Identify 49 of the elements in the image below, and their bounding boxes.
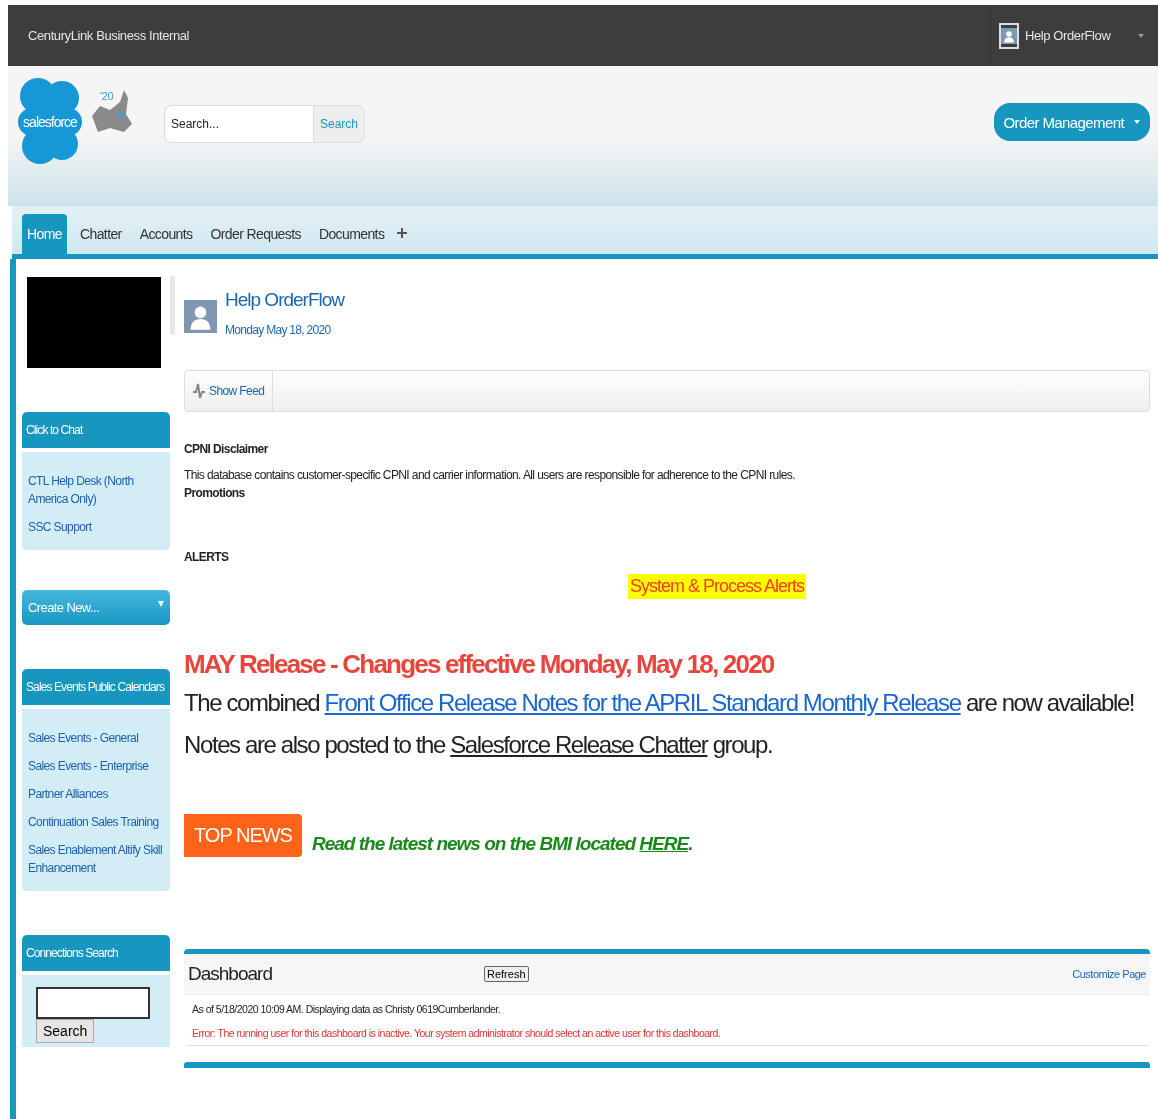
caret-icon — [1134, 119, 1140, 125]
search-field[interactable] — [36, 987, 150, 1019]
error-message: Error: The running user for this dashboard is inactive. Your system administrator should select an active user for this dashboard. — [192, 1027, 722, 1039]
pulse-icon — [193, 382, 205, 400]
cpni-title: CPNI Disclaimer — [184, 442, 270, 456]
customize-page-link[interactable]: Customize Page — [1072, 968, 1146, 980]
sidebar-link[interactable]: SSC Support — [28, 518, 164, 536]
sidebar-link[interactable]: Partner Alliances — [28, 785, 164, 803]
search-button[interactable]: Search — [313, 105, 366, 143]
profile-name[interactable]: Help OrderFlow — [225, 289, 345, 311]
section-header: Connections Search — [22, 935, 170, 971]
nav-tab[interactable]: Home — [22, 214, 67, 254]
org-name: CenturyLink Business Internal — [27, 28, 190, 43]
sidebar-link[interactable]: Sales Enablement Altify Skill Enhancement — [28, 841, 164, 877]
avatar-icon — [999, 22, 1019, 49]
show-feed-button[interactable]: Show Feed — [185, 371, 274, 411]
dashboard-title: Dashboard — [188, 963, 273, 985]
caret-icon — [158, 600, 164, 608]
release-notes-link[interactable]: Front Office Release Notes for the APRIL Standard Monthly Release — [324, 689, 961, 716]
alerts-title: ALERTS — [184, 550, 230, 564]
promotions-title: Promotions — [184, 486, 246, 500]
sidebar-link[interactable]: Sales Events - General — [28, 729, 164, 747]
sidebar-link[interactable]: CTL Help Desk (North America Only) — [28, 472, 164, 508]
logo-year: '20 — [100, 90, 114, 102]
nav-tab[interactable]: Chatter — [74, 214, 127, 254]
release-text: The combined Front Office Release Notes for the APRIL Standard Monthly Release are now available! Notes are also posted to the Salesforce Release Chatter group. — [184, 688, 1136, 760]
profile-date: Monday May 18, 2020 — [225, 323, 332, 337]
search-button[interactable]: Search — [36, 1019, 95, 1043]
nav-tab[interactable]: Order Requests — [205, 214, 306, 254]
here-link[interactable]: HERE — [639, 833, 689, 854]
alerts-banner: System & Process Alerts — [627, 574, 807, 599]
refresh-button[interactable]: Refresh — [484, 966, 529, 982]
sidebar-link[interactable]: Continuation Sales Training — [28, 813, 164, 831]
sidebar-link[interactable]: Sales Events - Enterprise — [28, 757, 164, 775]
nav-tab[interactable]: Documents — [313, 214, 390, 254]
nav-tab[interactable]: Accounts — [134, 214, 198, 254]
cpni-text: This database contains customer-specific CPNI and carrier information. All users are responsible for adherence to the CPNI rules. — [184, 468, 796, 482]
top-news-badge: TOP NEWS — [184, 814, 302, 857]
caret-icon — [1138, 33, 1144, 38]
release-heading: MAY Release - Changes effective Monday, May 18, 2020 — [184, 649, 775, 680]
plus-icon[interactable] — [397, 228, 408, 238]
create-new-dropdown[interactable]: Create New... — [22, 590, 170, 625]
section-header: Click to Chat — [22, 412, 170, 448]
section-header: Sales Events Public Calendars — [22, 669, 170, 705]
app-menu-button[interactable]: Order Management — [993, 103, 1150, 141]
dashboard-status: As of 5/18/2020 10:09 AM. Displaying data as Christy 0619Cumberlander. — [192, 1003, 502, 1015]
chatter-group-link[interactable]: Salesforce Release Chatter — [450, 731, 708, 758]
logo: salesforce — [18, 72, 82, 172]
news-text: Read the latest news on the BMI located HERE. — [311, 833, 693, 855]
